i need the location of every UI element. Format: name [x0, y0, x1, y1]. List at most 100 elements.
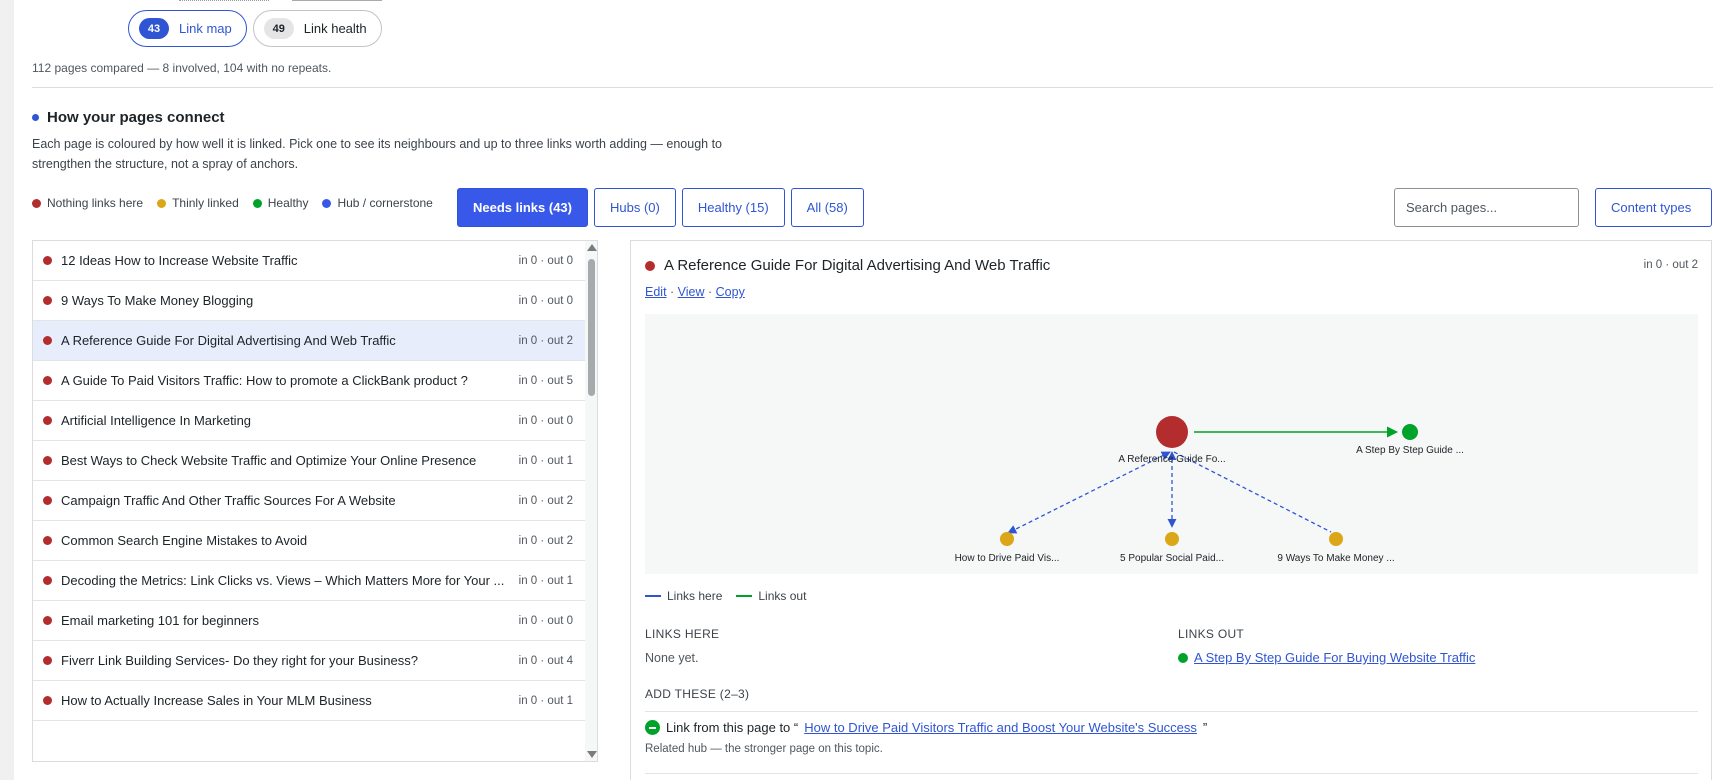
list-item-title: Fiverr Link Building Services- Do they r…: [61, 653, 418, 668]
list-item[interactable]: A Guide To Paid Visitors Traffic: How to…: [33, 361, 585, 401]
filter-healthy-button[interactable]: Healthy (15): [681, 188, 785, 227]
view-link[interactable]: View: [678, 285, 705, 299]
scroll-down-arrow-icon[interactable]: [587, 751, 597, 758]
status-dot-icon: [43, 616, 52, 625]
list-item[interactable]: Best Ways to Check Website Traffic and O…: [33, 441, 585, 481]
red-dot-icon: [32, 198, 41, 208]
list-item-title: A Guide To Paid Visitors Traffic: How to…: [61, 373, 468, 388]
list-item[interactable]: Campaign Traffic And Other Traffic Sourc…: [33, 481, 585, 521]
section-divider: [32, 87, 1713, 88]
tab-label: Link health: [303, 21, 367, 36]
legend-label: Nothing links here: [47, 196, 144, 210]
node-suggest-1[interactable]: [1000, 532, 1014, 546]
list-item-title: Campaign Traffic And Other Traffic Sourc…: [61, 493, 396, 508]
graph-legend: Links here Links out: [645, 589, 806, 603]
node-center[interactable]: [1156, 416, 1188, 448]
detail-actions: Edit · View · Copy: [645, 285, 745, 299]
add-link-icon[interactable]: [645, 720, 660, 735]
legend-item-hub: Hub / cornerstone: [322, 196, 433, 210]
list-item[interactable]: Common Search Engine Mistakes to Avoid in…: [33, 521, 585, 561]
scroll-thumb[interactable]: [588, 259, 595, 396]
legend-item-nothing: Nothing links here: [32, 196, 143, 210]
green-dot-icon: [252, 198, 262, 208]
blue-dot-icon: [322, 198, 332, 208]
tab-link-health[interactable]: 49 Link health: [252, 10, 382, 47]
node-suggest-3[interactable]: [1329, 532, 1343, 546]
suggestion-row: Link from this page to “ How to Drive Pai…: [645, 720, 1207, 735]
status-dot-icon: [43, 536, 52, 545]
list-item-title: Artificial Intelligence In Marketing: [61, 413, 252, 428]
list-item-counts: in 0 · out 2: [518, 334, 573, 347]
node-suggest-2[interactable]: [1165, 532, 1179, 546]
list-item-counts: in 0 · out 0: [518, 294, 573, 307]
comparison-summary: 112 pages compared — 8 involved, 104 wit…: [32, 61, 332, 75]
list-item[interactable]: 12 Ideas How to Increase Website Traffic…: [33, 241, 585, 281]
detail-link-counts: in 0 · out 2: [1643, 259, 1698, 271]
filter-needs-links-button[interactable]: Needs links (43): [457, 188, 588, 227]
graph-legend-label: Links here: [667, 589, 723, 603]
add-these-heading: ADD THESE (2–3): [645, 687, 750, 701]
list-scrollbar[interactable]: [585, 241, 597, 761]
list-item-counts: in 0 · out 1: [518, 454, 573, 467]
search-pages-input[interactable]: [1394, 188, 1579, 227]
content-types-button[interactable]: Content types: [1595, 188, 1712, 227]
list-item[interactable]: 9 Ways To Make Money Blogging in 0 · out …: [33, 281, 585, 321]
node-label-out: A Step By Step Guide ...: [1356, 445, 1464, 456]
status-dot-icon: [43, 696, 52, 705]
legend-label: Healthy: [267, 196, 309, 210]
suggestion-target-link[interactable]: How to Drive Paid Visitors Traffic and B…: [804, 720, 1197, 735]
graph-legend-here: Links here: [645, 589, 722, 603]
status-dot-icon: [43, 256, 52, 265]
list-item[interactable]: How to Actually Increase Sales in Your M…: [33, 681, 585, 721]
tab-link-map[interactable]: 43 Link map: [128, 10, 247, 47]
copy-link[interactable]: Copy: [716, 285, 745, 299]
section-description: Each page is coloured by how well it is …: [32, 137, 722, 171]
filter-buttons: Needs links (43) Hubs (0) Healthy (15) A…: [457, 188, 864, 227]
filter-hubs-button[interactable]: Hubs (0): [594, 188, 676, 227]
tab-divider-solid: [292, 0, 382, 1]
green-line-icon: [736, 595, 753, 597]
app-canvas: 43 Link map 49 Link health 112 pages com…: [14, 0, 1715, 780]
scroll-up-arrow-icon[interactable]: [587, 244, 597, 251]
detail-header: A Reference Guide For Digital Advertisin…: [645, 257, 1050, 274]
links-out-heading: LINKS OUT: [1178, 627, 1245, 641]
green-dot-icon: [1178, 652, 1188, 663]
list-item[interactable]: A Reference Guide For Digital Advertisin…: [33, 321, 585, 361]
list-item-title: 12 Ideas How to Increase Website Traffic: [61, 253, 298, 268]
node-label-center: A Reference Guide Fo...: [1118, 454, 1225, 465]
node-label-suggest-1: How to Drive Paid Vis...: [955, 553, 1060, 564]
list-item[interactable]: Decoding the Metrics: Link Clicks vs. Vi…: [33, 561, 585, 601]
page-detail-panel: A Reference Guide For Digital Advertisin…: [630, 240, 1712, 780]
node-out[interactable]: [1402, 424, 1418, 440]
legend-label: Hub / cornerstone: [337, 196, 433, 210]
list-item-counts: in 0 · out 0: [518, 614, 573, 627]
status-dot-icon: [43, 416, 52, 425]
list-item[interactable]: Email marketing 101 for beginners in 0 · …: [33, 601, 585, 641]
links-out-link[interactable]: A Step By Step Guide For Buying Website …: [1194, 650, 1475, 665]
tab-divider-dotted: [179, 0, 269, 1]
edit-link[interactable]: Edit: [645, 285, 667, 299]
filter-all-button[interactable]: All (58): [790, 188, 864, 227]
link-graph: A Reference Guide Fo... A Step By Step G…: [645, 314, 1698, 574]
action-separator: ·: [704, 285, 716, 299]
section-heading: How your pages connect: [32, 109, 225, 126]
status-dot-icon: [43, 336, 52, 345]
link-graph-svg: A Reference Guide Fo... A Step By Step G…: [955, 416, 1464, 564]
legend-item-healthy: Healthy: [252, 196, 309, 210]
list-item-title: Best Ways to Check Website Traffic and O…: [61, 453, 477, 468]
links-out-item: A Step By Step Guide For Buying Website …: [1178, 650, 1475, 665]
list-item[interactable]: Artificial Intelligence In Marketing in 0…: [33, 401, 585, 441]
list-item[interactable]: Fiverr Link Building Services- Do they r…: [33, 641, 585, 681]
view-tabs: 43 Link map 49 Link health: [128, 10, 382, 47]
list-item-counts: in 0 · out 0: [518, 414, 573, 427]
status-legend: Nothing links here Thinly linked Healthy…: [32, 196, 433, 210]
status-dot-icon: [645, 260, 655, 271]
status-dot-icon: [43, 376, 52, 385]
graph-legend-out: Links out: [736, 589, 806, 603]
list-item-counts: in 0 · out 2: [518, 494, 573, 507]
tab-label: Link map: [179, 21, 232, 36]
detail-title: A Reference Guide For Digital Advertisin…: [664, 257, 1051, 274]
add-divider: [645, 711, 1698, 712]
links-here-heading: LINKS HERE: [645, 627, 720, 641]
list-item-title: How to Actually Increase Sales in Your M…: [61, 693, 372, 708]
